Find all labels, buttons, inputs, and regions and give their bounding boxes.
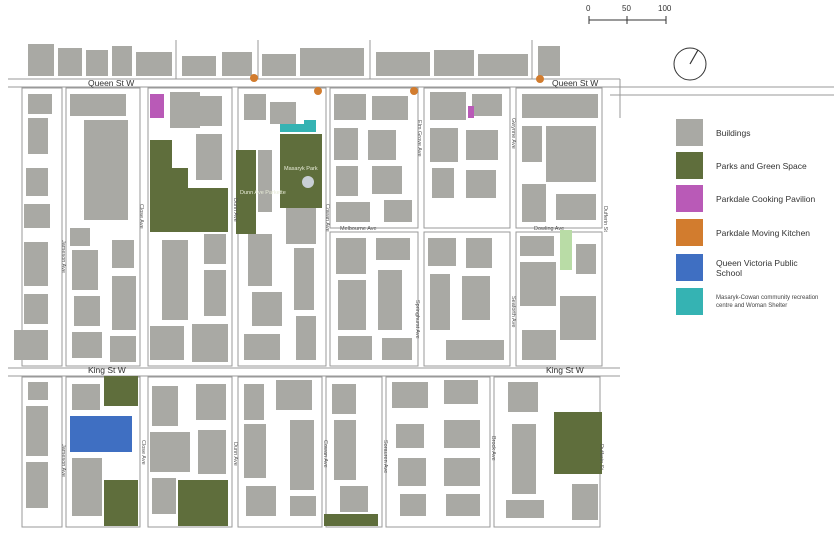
street-label-dunn: Dunn Ave [232, 198, 238, 222]
legend-swatch-pavilion [676, 185, 703, 212]
legend-item-school: Queen Victoria Public School [676, 254, 806, 281]
legend-label-buildings: Buildings [716, 127, 751, 138]
scale-tick-50: 50 [622, 4, 631, 13]
legend-label-school: Queen Victoria Public School [716, 257, 798, 278]
street-label-close-south: Close Ave [140, 440, 146, 465]
legend-swatch-kitchen [676, 219, 703, 246]
legend-swatch-parks [676, 152, 703, 179]
legend-swatch-school [676, 254, 703, 281]
legend-swatch-rec-centre [676, 288, 703, 315]
legend-label-rec-centre: Masaryk-Cowan community recreation centr… [716, 294, 819, 309]
street-label-dufferin-south: Dufferin St [598, 444, 604, 470]
scale-bar-line [588, 16, 667, 24]
legend-label-parks: Parks and Green Space [716, 160, 807, 171]
street-label-close: Close Ave [138, 204, 144, 229]
legend-label-kitchen: Parkdale Moving Kitchen [716, 227, 811, 238]
street-label-elm-grove: Elm Grove Ave [416, 120, 422, 157]
legend-label-pavilion: Parkdale Cooking Pavilion [716, 193, 816, 204]
legend-item-pavilion: Parkdale Cooking Pavilion [676, 185, 815, 212]
street-label-dunn-south: Dunn Ave [232, 442, 238, 466]
street-label-jameson-south: Jameson Ave [60, 444, 66, 477]
scale-tick-100: 100 [658, 4, 672, 13]
legend-item-parks: Parks and Green Space [676, 152, 807, 179]
street-label-dowling: Dowling Ave [534, 226, 564, 232]
legend-item-rec-centre: Masaryk-Cowan community recreation centr… [676, 288, 826, 315]
parkdale-cooking-pavilion-marker [150, 94, 164, 118]
street-label-gwynne: Gwynne Ave [510, 118, 516, 149]
scale-tick-0: 0 [586, 4, 591, 13]
parkdale-cooking-pavilion-marker-2 [468, 106, 474, 118]
street-label-queen-east: Queen St W [552, 78, 598, 88]
queen-victoria-public-school-marker [70, 416, 132, 452]
legend-item-kitchen: Parkdale Moving Kitchen [676, 219, 810, 246]
street-label-sorauren: Sorauren Ave [382, 440, 388, 473]
street-label-brock: Brock Ave [490, 436, 496, 461]
legend-swatch-buildings [676, 119, 703, 146]
legend-item-buildings: Buildings [676, 119, 751, 146]
street-label-queen: Queen St W [88, 78, 134, 88]
moving-kitchen-locations [250, 74, 544, 95]
street-label-cowan-south: Cowan Ave [322, 440, 328, 468]
street-label-cowan: Cowan Ave [324, 204, 330, 232]
park-label-masaryk: Masaryk Park [284, 166, 318, 172]
park-label-dunn-parkette: Dunn Ave Parkette [240, 190, 286, 196]
street-label-king: King St W [88, 365, 126, 375]
street-label-jameson: Jameson Ave [60, 240, 66, 273]
street-label-dufferin: Dufferin St [602, 206, 608, 232]
street-label-seaforth: Seaforth Ave [510, 296, 516, 327]
scale-bar: 0 50 100 [586, 4, 671, 24]
north-arrow-icon [673, 47, 707, 81]
street-label-springhurst: Springhurst Ave [414, 300, 420, 339]
street-label-melbourne: Melbourne Ave [340, 226, 377, 232]
street-label-king-east: King St W [546, 365, 584, 375]
